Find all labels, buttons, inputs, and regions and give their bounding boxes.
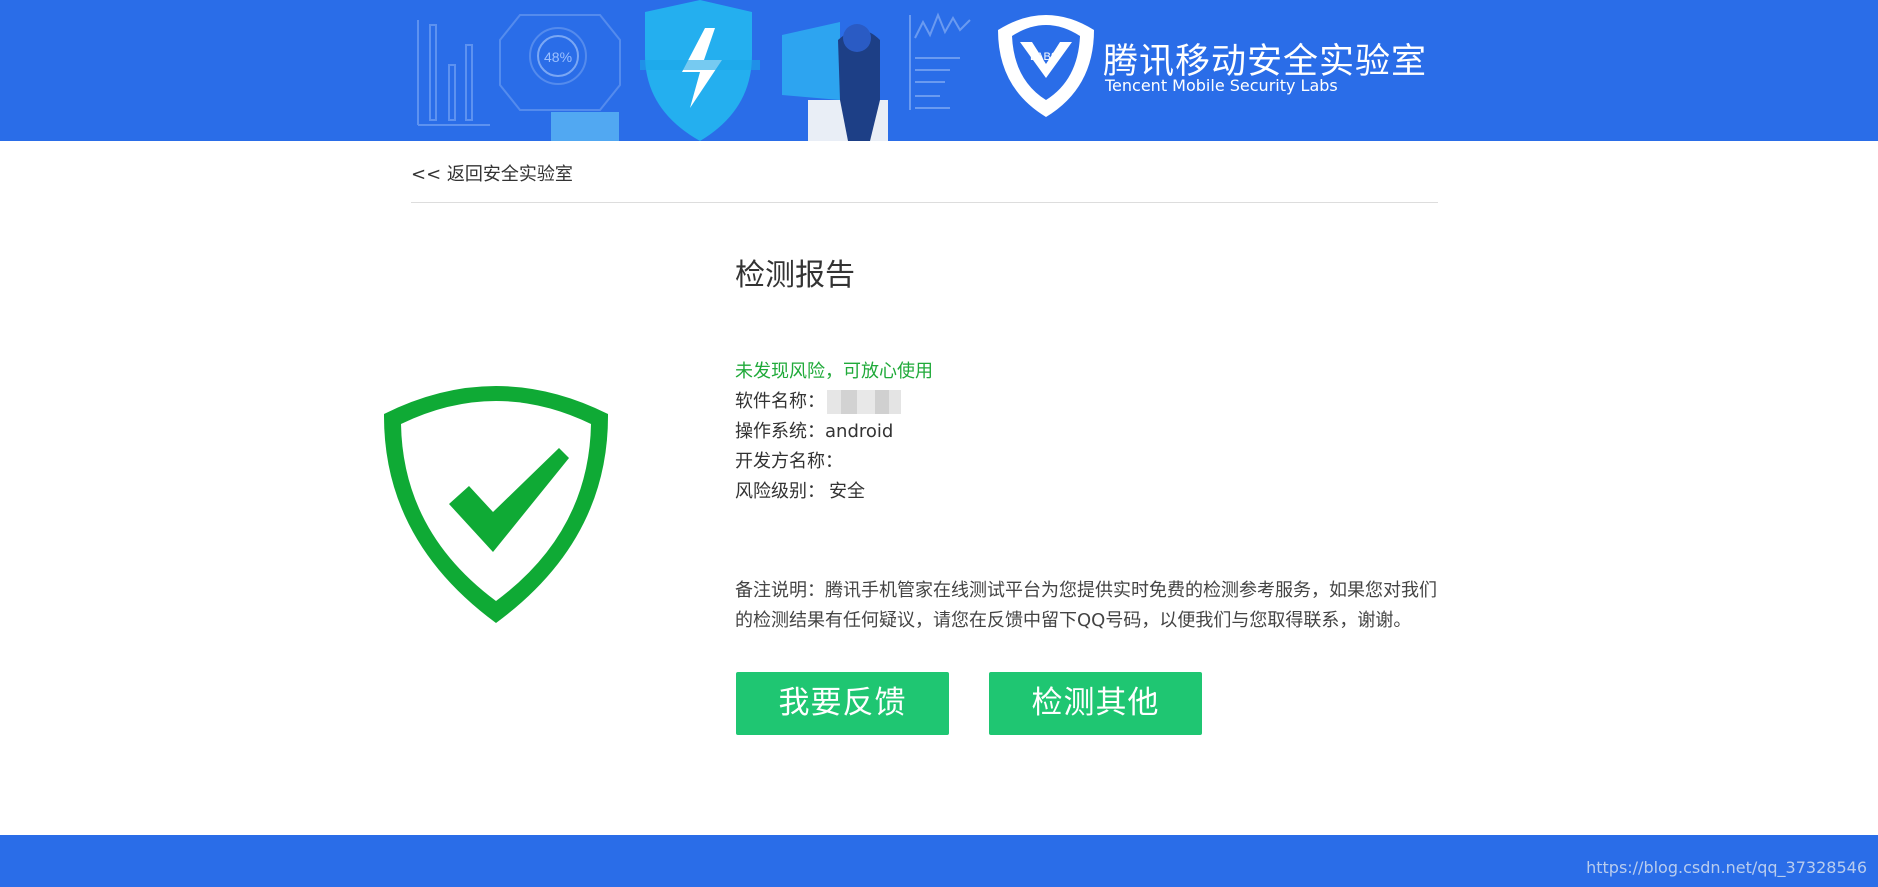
risk-level-row: 风险级别： 安全 bbox=[735, 477, 865, 503]
report-title: 检测报告 bbox=[735, 258, 855, 293]
risk-status-text: 未发现风险，可放心使用 bbox=[735, 361, 933, 382]
software-name-value-blurred bbox=[827, 390, 901, 414]
os-row: 操作系统：android bbox=[735, 417, 893, 443]
header-banner: 48% LABS 腾讯移动安全实验室 Tencent Mobile Securi… bbox=[0, 0, 1878, 141]
remark-note: 备注说明：腾讯手机管家在线测试平台为您提供实时免费的检测参考服务，如果您对我们的… bbox=[735, 580, 1437, 631]
check-other-button[interactable]: 检测其他 bbox=[989, 672, 1202, 735]
banner-illustration: 48% LABS bbox=[0, 0, 1878, 141]
shield-check-icon bbox=[383, 386, 609, 623]
divider bbox=[411, 202, 1438, 203]
lab-subtitle: Tencent Mobile Security Labs bbox=[1105, 76, 1338, 95]
developer-label: 开发方名称： bbox=[735, 451, 843, 472]
software-name-label: 软件名称： bbox=[735, 391, 825, 412]
risk-level-value: 安全 bbox=[829, 481, 865, 502]
gauge-text: 48% bbox=[544, 49, 572, 65]
os-value: android bbox=[825, 421, 894, 442]
risk-level-label: 风险级别： bbox=[735, 481, 825, 502]
software-name-row: 软件名称： bbox=[735, 387, 901, 414]
labs-badge-text: LABS bbox=[1030, 51, 1058, 63]
back-to-lab-link[interactable]: << 返回安全实验室 bbox=[411, 160, 573, 186]
developer-row: 开发方名称： bbox=[735, 447, 843, 473]
feedback-button[interactable]: 我要反馈 bbox=[736, 672, 949, 735]
os-label: 操作系统： bbox=[735, 421, 825, 442]
watermark-text: https://blog.csdn.net/qq_37328546 bbox=[1586, 858, 1867, 877]
